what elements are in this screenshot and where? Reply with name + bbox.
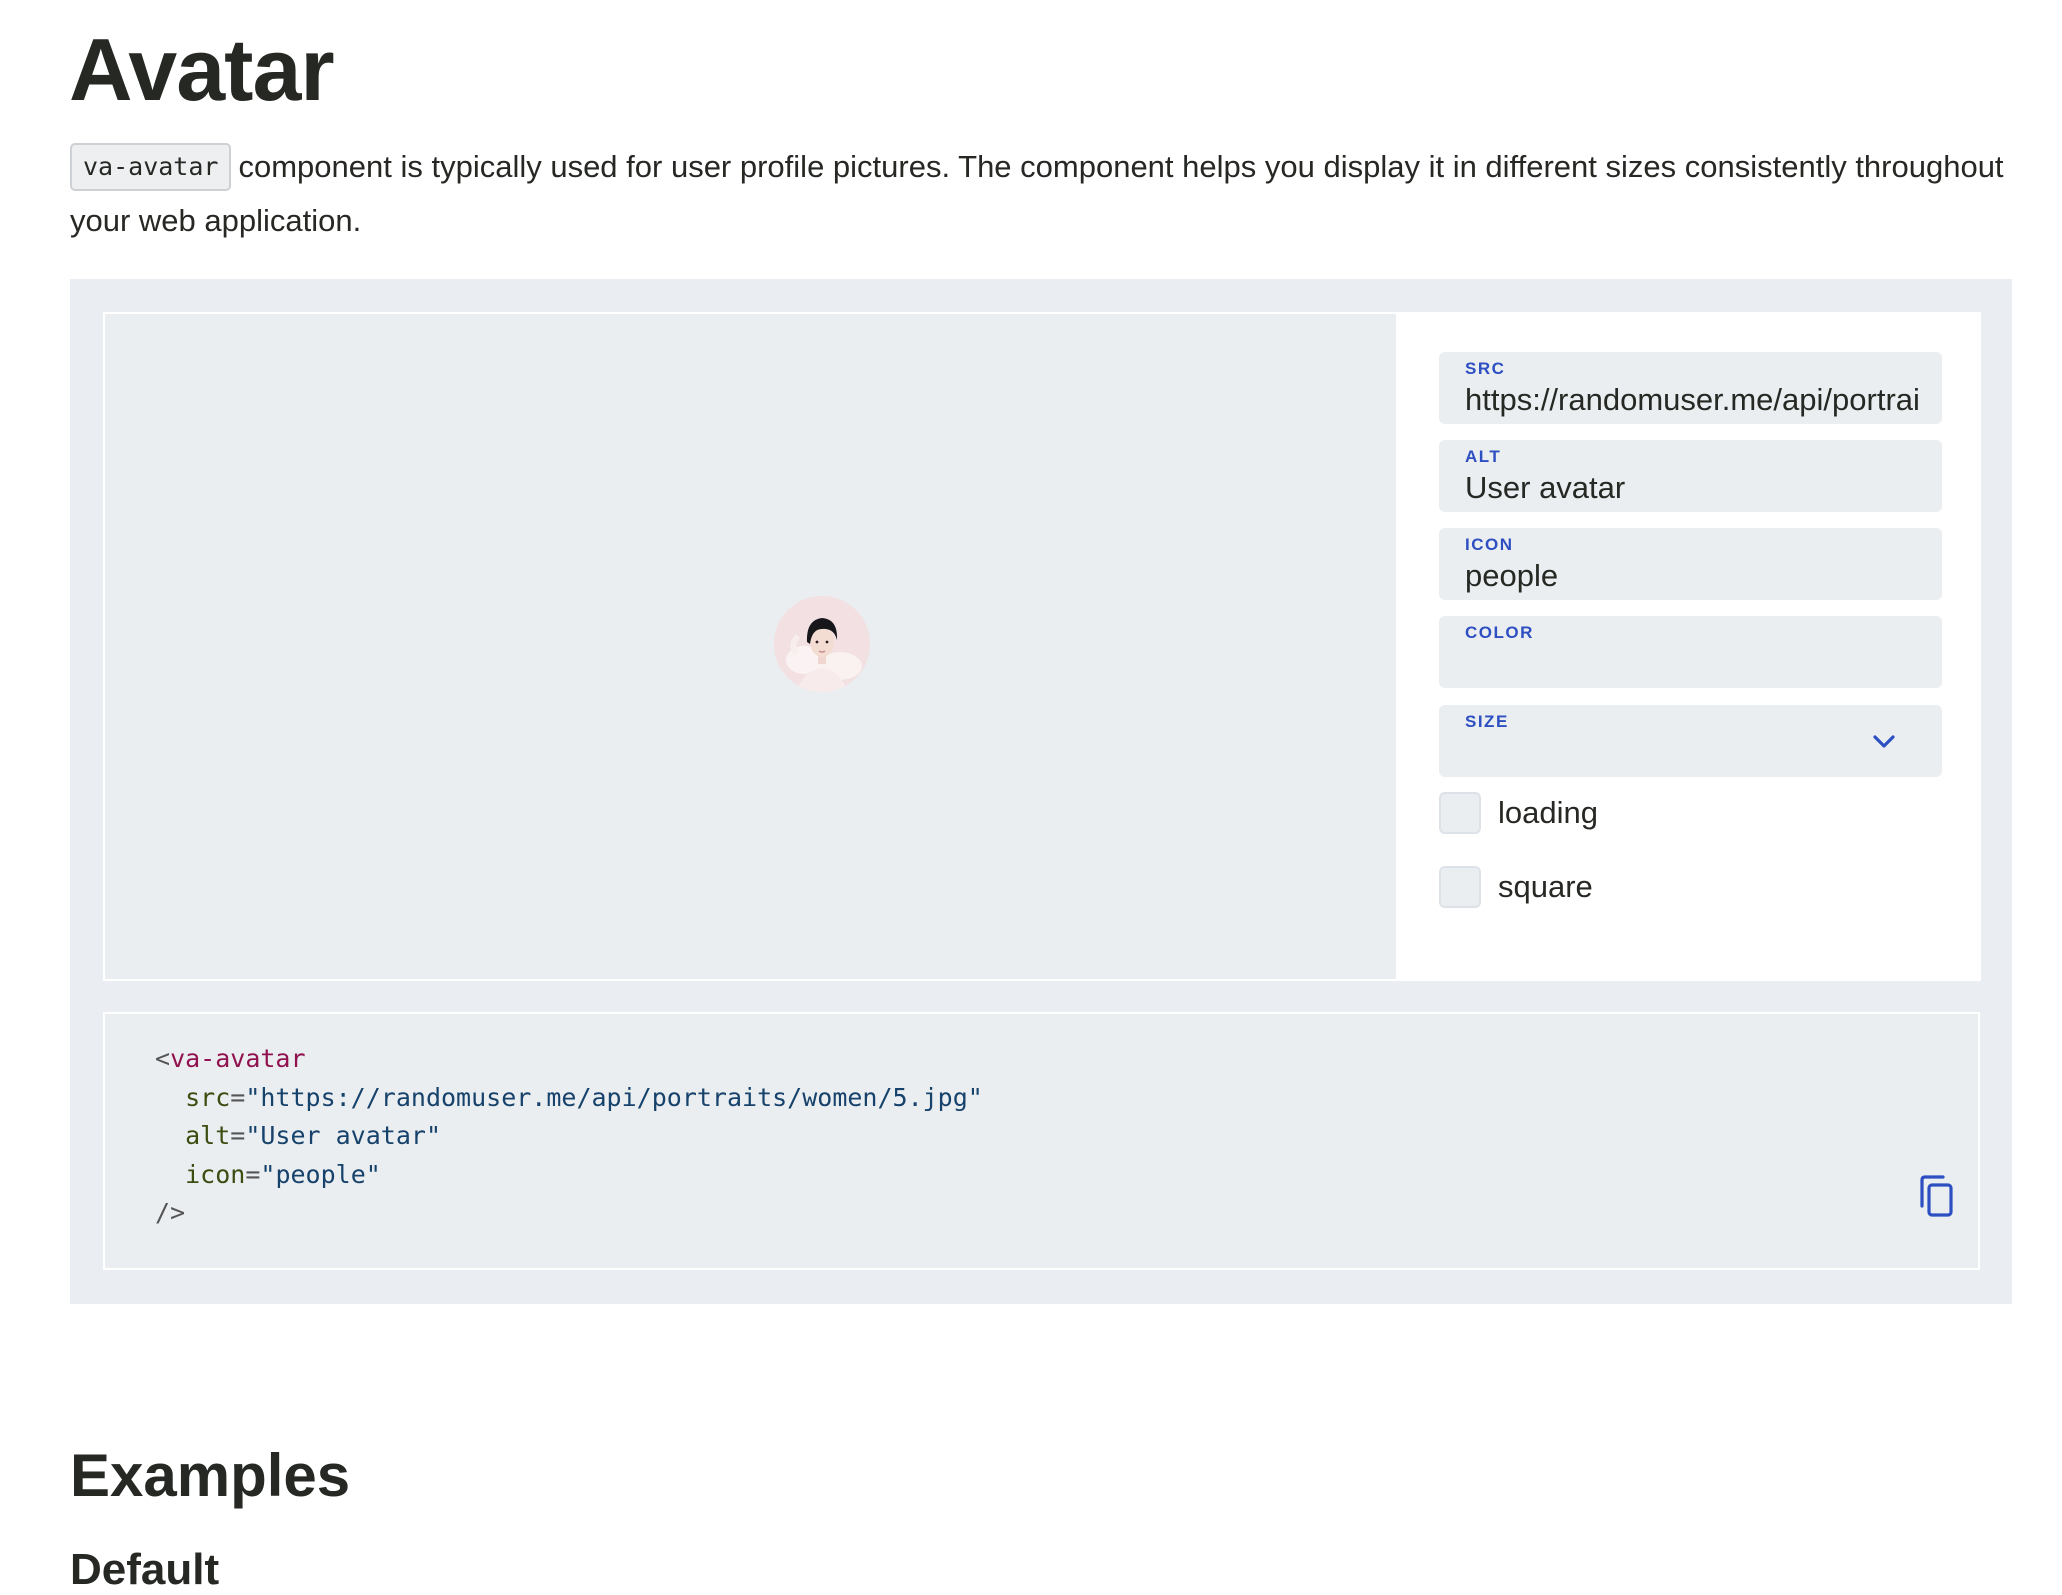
loading-checkbox-label[interactable]: loading xyxy=(1498,792,1598,834)
src-input[interactable]: https://randomuser.me/api/portraits/wome… xyxy=(1465,380,1918,420)
code-snippet-panel: <va-avatar src="https://randomuser.me/ap… xyxy=(103,1012,1980,1270)
size-select[interactable]: SIZE xyxy=(1439,705,1942,777)
code-src-attr: src xyxy=(185,1082,231,1112)
copy-icon[interactable] xyxy=(1916,1174,1958,1220)
icon-input[interactable]: people xyxy=(1465,556,1918,596)
alt-field[interactable]: ALT User avatar xyxy=(1439,440,1942,512)
page-title: Avatar xyxy=(69,20,335,119)
icon-field-label: ICON xyxy=(1465,535,1514,554)
code-icon-attr: icon xyxy=(185,1159,246,1189)
color-field-label: COLOR xyxy=(1465,623,1534,642)
size-field-label: SIZE xyxy=(1465,712,1509,731)
code-snippet: <va-avatar src="https://randomuser.me/ap… xyxy=(155,1040,983,1233)
code-icon-value: "people" xyxy=(260,1159,381,1189)
loading-checkbox-box[interactable] xyxy=(1439,792,1481,834)
preview-area xyxy=(103,312,1400,981)
code-tag-open: < xyxy=(155,1044,171,1073)
code-eq: = xyxy=(230,1121,246,1150)
code-eq: = xyxy=(245,1159,261,1189)
props-panel: SRC https://randomuser.me/api/portraits/… xyxy=(1396,312,1981,981)
src-field[interactable]: SRC https://randomuser.me/api/portraits/… xyxy=(1439,352,1942,424)
icon-field[interactable]: ICON people xyxy=(1439,528,1942,600)
square-checkbox[interactable]: square xyxy=(1439,866,1839,910)
square-checkbox-label[interactable]: square xyxy=(1498,866,1593,908)
loading-checkbox[interactable]: loading xyxy=(1439,792,1839,836)
chevron-down-icon[interactable] xyxy=(1870,727,1898,755)
intro-paragraph: va-avatar component is typically used for… xyxy=(70,140,2010,248)
examples-heading: Examples xyxy=(70,1442,351,1509)
square-checkbox-box[interactable] xyxy=(1439,866,1481,908)
component-name-code: va-avatar xyxy=(70,143,232,191)
code-eq: = xyxy=(230,1082,246,1112)
code-tag-close: /> xyxy=(155,1198,186,1227)
code-tag-name: va-avatar xyxy=(170,1044,306,1073)
alt-input[interactable]: User avatar xyxy=(1465,468,1918,508)
code-src-value: "https://randomuser.me/api/portraits/wom… xyxy=(245,1082,983,1112)
code-alt-attr: alt xyxy=(185,1121,231,1150)
src-field-label: SRC xyxy=(1465,359,1506,378)
color-field[interactable]: COLOR xyxy=(1439,616,1942,688)
avatar-preview xyxy=(774,596,870,692)
component-playground: SRC https://randomuser.me/api/portraits/… xyxy=(70,279,2012,1304)
code-alt-value: "User avatar" xyxy=(245,1121,441,1150)
intro-text: component is typically used for user pro… xyxy=(70,149,2004,238)
avatar-portrait-image xyxy=(774,596,870,692)
default-heading: Default xyxy=(70,1545,220,1594)
alt-field-label: ALT xyxy=(1465,447,1502,466)
